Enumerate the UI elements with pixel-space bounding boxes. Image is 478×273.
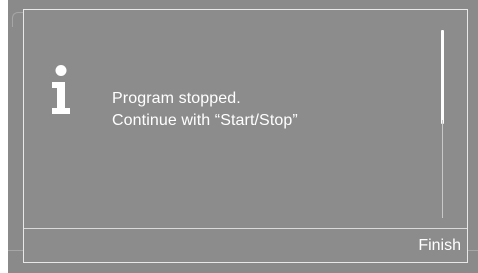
scrollbar-track[interactable] [442, 120, 443, 218]
info-dialog: Program stopped. Continue with “Start/St… [23, 9, 468, 263]
scrollbar-thumb[interactable] [441, 30, 444, 124]
dialog-message: Program stopped. Continue with “Start/St… [112, 88, 298, 132]
message-line-2: Continue with “Start/Stop” [112, 112, 298, 129]
message-line-1: Program stopped. [112, 90, 241, 107]
finish-button[interactable]: Finish [357, 229, 467, 263]
info-icon [50, 65, 72, 115]
